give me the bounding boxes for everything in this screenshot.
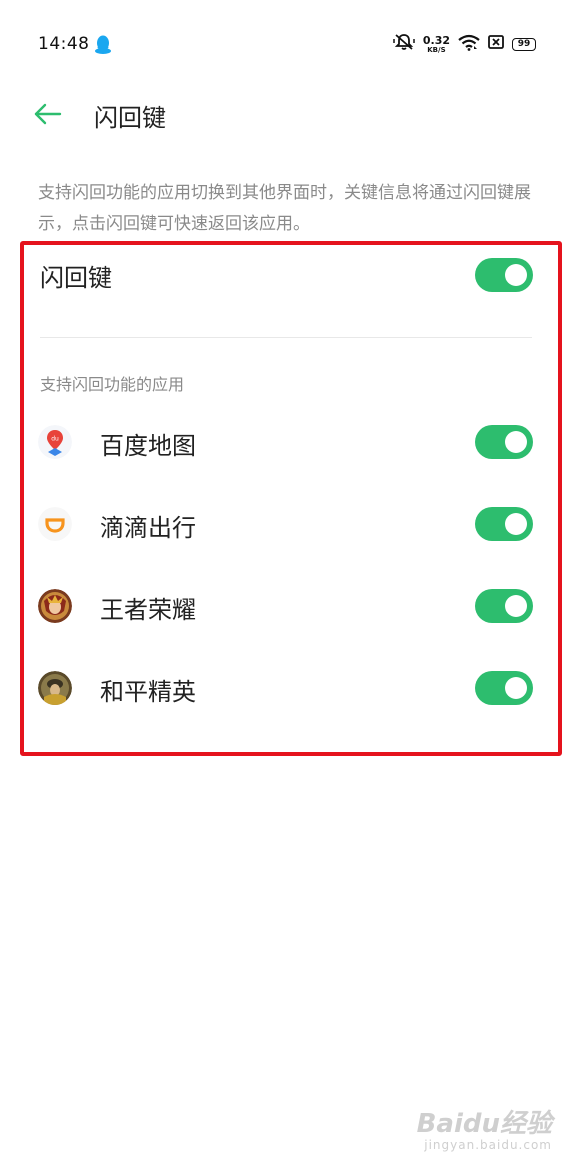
baidu-map-toggle[interactable] xyxy=(475,425,533,459)
watermark-main: Baidu经验 xyxy=(416,1109,552,1140)
network-speed: 0.32 KB/S xyxy=(423,35,450,54)
toggle-knob xyxy=(505,595,527,617)
flashback-key-label: 闪回键 xyxy=(40,264,112,292)
page-description: 支持闪回功能的应用切换到其他界面时，关键信息将通过闪回键展示，点击闪回键可快速返… xyxy=(38,183,531,234)
toggle-knob xyxy=(505,513,527,535)
network-speed-value: 0.32 xyxy=(422,33,450,47)
baidu-map-icon: du xyxy=(38,425,72,459)
toggle-knob xyxy=(505,264,527,286)
section-header: 支持闪回功能的应用 xyxy=(40,375,185,394)
app-row-didi: 滴滴出行 xyxy=(24,492,544,556)
app-label: 和平精英 xyxy=(100,678,196,706)
toggle-knob xyxy=(505,431,527,453)
network-speed-unit: KB/S xyxy=(427,45,446,54)
didi-toggle[interactable] xyxy=(475,507,533,541)
flashback-key-toggle[interactable] xyxy=(475,258,533,292)
honor-of-kings-toggle[interactable] xyxy=(475,589,533,623)
app-row-baidu-map: du 百度地图 xyxy=(24,410,544,474)
qq-icon xyxy=(94,35,112,55)
status-icons: 0.32 KB/S 99 xyxy=(393,32,536,56)
page-title: 闪回键 xyxy=(94,104,166,132)
toggle-knob xyxy=(505,677,527,699)
app-label: 百度地图 xyxy=(100,432,196,460)
svg-text:du: du xyxy=(51,436,59,443)
app-row-honor-of-kings: 王者荣耀 xyxy=(24,574,544,638)
peacekeeper-elite-icon xyxy=(38,671,72,705)
arrow-left-icon xyxy=(34,103,62,129)
app-label: 滴滴出行 xyxy=(100,514,196,542)
watermark-sub: jingyan.baidu.com xyxy=(424,1137,552,1152)
wifi-icon xyxy=(458,34,480,55)
sim-icon xyxy=(488,34,504,54)
status-bar: 14:48 0.32 KB/S 99 xyxy=(0,0,580,80)
battery-icon: 99 xyxy=(512,37,536,51)
status-time: 14:48 xyxy=(38,34,90,54)
peacekeeper-elite-toggle[interactable] xyxy=(475,671,533,705)
mute-icon xyxy=(393,33,415,55)
baidu-jingyan-watermark: Baidu经验 jingyan.baidu.com xyxy=(417,1110,552,1152)
honor-of-kings-icon xyxy=(38,589,72,623)
app-row-peacekeeper-elite: 和平精英 xyxy=(24,656,544,720)
didi-icon xyxy=(38,507,72,541)
app-label: 王者荣耀 xyxy=(100,596,196,624)
back-button[interactable] xyxy=(28,96,68,136)
divider xyxy=(40,337,532,338)
